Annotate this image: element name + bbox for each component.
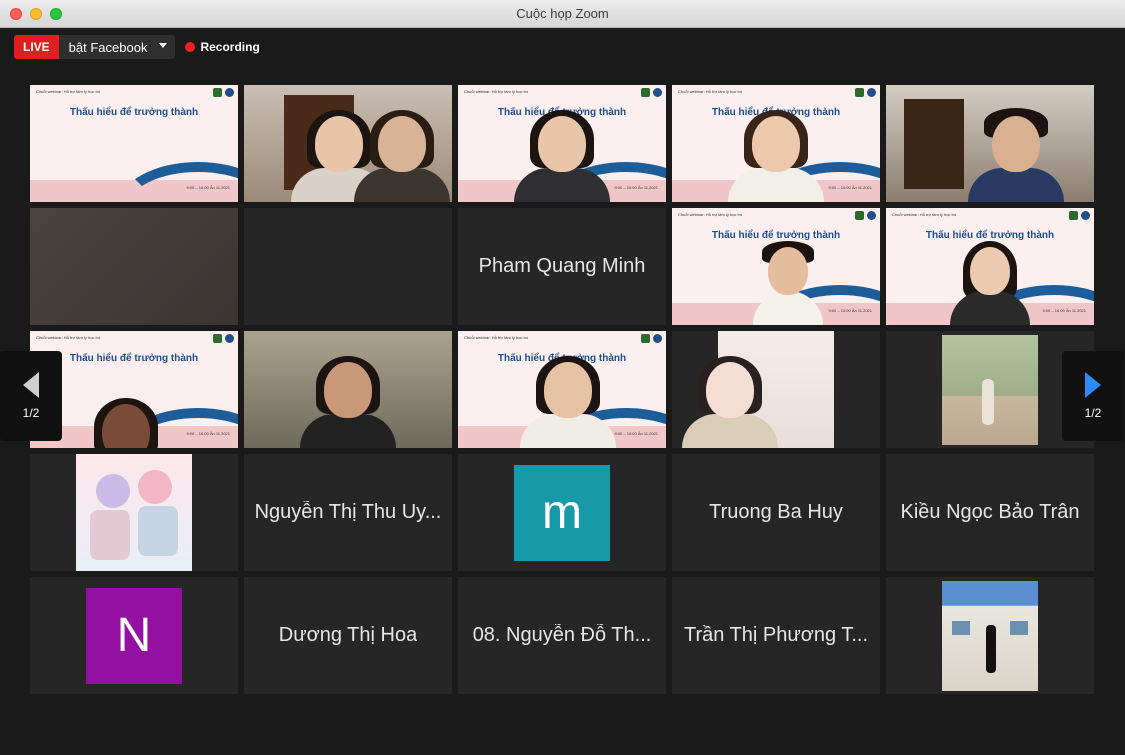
- profile-picture: [682, 331, 834, 448]
- zoom-window: Cuộc họp Zoom LIVE bật Facebook Recordin…: [0, 0, 1125, 755]
- slide-logos: [213, 88, 234, 97]
- recording-label: Recording: [200, 40, 260, 54]
- camera-video: [244, 331, 452, 448]
- profile-picture: [942, 580, 1038, 691]
- slide-title: Thấu hiểu để trưởng thành: [711, 230, 841, 241]
- participant-tile[interactable]: Trần Thị Phương T...: [672, 577, 880, 694]
- video-tile[interactable]: Chuỗi webinar: Hỗ trợ tâm lý học trò Thấ…: [458, 331, 666, 448]
- camera-video: [244, 85, 452, 202]
- participant-tile[interactable]: [672, 331, 880, 448]
- participant-tile[interactable]: Dương Thị Hoa: [244, 577, 452, 694]
- slide-share-video: Chuỗi webinar: Hỗ trợ tâm lý học trò Thấ…: [672, 85, 880, 202]
- participant-tile[interactable]: Pham Quang Minh: [458, 208, 666, 325]
- chevron-down-icon: [159, 43, 168, 48]
- live-stream-bar: LIVE bật Facebook Recording: [14, 34, 260, 60]
- participant-tile[interactable]: Kiều Ngọc Bảo Trân: [886, 454, 1094, 571]
- slide-logos: [641, 88, 662, 97]
- participant-name: Truong Ba Huy: [709, 501, 843, 523]
- participant-name: Trần Thị Phương T...: [684, 624, 868, 646]
- slide-date: 9:00 – 10:00 Ấn 11.2021: [614, 431, 658, 436]
- slide-share-video: Chuỗi webinar: Hỗ trợ tâm lý học trò Thấ…: [458, 85, 666, 202]
- participant-name: Kiều Ngọc Bảo Trân: [900, 501, 1080, 523]
- slide-date: 9:00 – 10:00 Ấn 11.2021: [186, 431, 230, 436]
- live-destination-dropdown[interactable]: bật Facebook: [58, 35, 176, 59]
- profile-picture: [76, 454, 192, 571]
- slide-series-text: Chuỗi webinar: Hỗ trợ tâm lý học trò: [678, 212, 743, 217]
- participant-tile[interactable]: 08. Nguyễn Đỗ Th...: [458, 577, 666, 694]
- participant-tile[interactable]: [886, 577, 1094, 694]
- avatar: N: [86, 587, 182, 684]
- video-tile[interactable]: Chuỗi webinar: Hỗ trợ tâm lý học trò Thấ…: [886, 208, 1094, 325]
- avatar: m: [514, 464, 610, 561]
- slide-share-video: Chuỗi webinar: Hỗ trợ tâm lý học trò Thấ…: [458, 331, 666, 448]
- slide-series-text: Chuỗi webinar: Hỗ trợ tâm lý học trò: [892, 212, 957, 217]
- live-destination-label: bật Facebook: [68, 39, 148, 55]
- slide-date: 9:00 – 10:00 Ấn 11.2021: [1042, 308, 1086, 313]
- slide-series-text: Chuỗi webinar: Hỗ trợ tâm lý học trò: [464, 89, 529, 94]
- participant-name: Dương Thị Hoa: [278, 624, 418, 646]
- participant-tile[interactable]: m: [458, 454, 666, 571]
- previous-page-button[interactable]: 1/2: [0, 351, 62, 441]
- slide-date: 9:00 – 10:00 Ấn 11.2021: [186, 185, 230, 190]
- participant-name: Nguyễn Thị Thu Uy...: [254, 501, 442, 523]
- slide-logos: [855, 88, 876, 97]
- live-badge[interactable]: LIVE: [14, 35, 59, 59]
- participant-name: 08. Nguyễn Đỗ Th...: [472, 624, 652, 646]
- slide-share-video: Chuỗi webinar: Hỗ trợ tâm lý học trò Thấ…: [672, 208, 880, 325]
- arrow-left-icon: [23, 372, 39, 398]
- video-tile[interactable]: Chuỗi webinar: Hỗ trợ tâm lý học trò Thấ…: [458, 85, 666, 202]
- slide-date: 9:00 – 10:00 Ấn 11.2021: [614, 185, 658, 190]
- slide-date: 9:00 – 10:00 Ấn 11.2021: [828, 185, 872, 190]
- video-tile-active-speaker[interactable]: [886, 85, 1094, 202]
- window-title: Cuộc họp Zoom: [516, 6, 609, 21]
- slide-series-text: Chuỗi webinar: Hỗ trợ tâm lý học trò: [678, 89, 743, 94]
- participant-tile[interactable]: Truong Ba Huy: [672, 454, 880, 571]
- page-indicator-left: 1/2: [22, 406, 40, 420]
- slide-date: 9:00 – 10:00 Ấn 11.2021: [828, 308, 872, 313]
- camera-video: [886, 85, 1094, 202]
- participant-tile[interactable]: N: [30, 577, 238, 694]
- video-tile[interactable]: Chuỗi webinar: Hỗ trợ tâm lý học trò Thấ…: [672, 208, 880, 325]
- page-indicator-right: 1/2: [1084, 406, 1102, 420]
- participant-tile[interactable]: [30, 454, 238, 571]
- slide-logos: [1069, 211, 1090, 220]
- slide-logos: [855, 211, 876, 220]
- recording-indicator: Recording: [185, 40, 260, 54]
- slide-series-text: Chuỗi webinar: Hỗ trợ tâm lý học trò: [464, 335, 529, 340]
- video-tile[interactable]: Chuỗi webinar: Hỗ trợ tâm lý học trò Thấ…: [30, 85, 238, 202]
- video-tile[interactable]: Chuỗi webinar: Hỗ trợ tâm lý học trò Thấ…: [672, 85, 880, 202]
- participant-tile[interactable]: Nguyễn Thị Thu Uy...: [244, 454, 452, 571]
- slide-logos: [641, 334, 662, 343]
- video-tile[interactable]: [244, 85, 452, 202]
- slide-series-text: Chuỗi webinar: Hỗ trợ tâm lý học trò: [36, 89, 101, 94]
- title-bar: Cuộc họp Zoom: [0, 0, 1125, 28]
- record-dot-icon: [185, 42, 196, 52]
- slide-share-video: Chuỗi webinar: Hỗ trợ tâm lý học trò Thấ…: [886, 208, 1094, 325]
- profile-picture: [942, 334, 1038, 445]
- slide-share-video: Chuỗi webinar: Hỗ trợ tâm lý học trò Thấ…: [30, 85, 238, 202]
- video-tile[interactable]: [30, 208, 238, 325]
- video-tile[interactable]: [244, 331, 452, 448]
- camera-video: [30, 208, 238, 325]
- slide-series-text: Chuỗi webinar: Hỗ trợ tâm lý học trò: [36, 335, 101, 340]
- participant-name: Pham Quang Minh: [478, 255, 646, 277]
- next-page-button[interactable]: 1/2: [1062, 351, 1124, 441]
- slide-title: Thấu hiểu để trưởng thành: [69, 107, 199, 118]
- gallery-grid: Chuỗi webinar: Hỗ trợ tâm lý học trò Thấ…: [30, 85, 1094, 694]
- slide-logos: [213, 334, 234, 343]
- slide-title: Thấu hiểu để trưởng thành: [925, 230, 1055, 241]
- video-tile[interactable]: [244, 208, 452, 325]
- arrow-right-icon: [1085, 372, 1101, 398]
